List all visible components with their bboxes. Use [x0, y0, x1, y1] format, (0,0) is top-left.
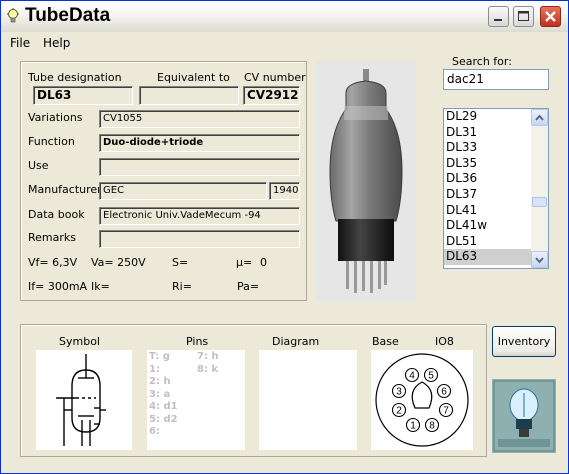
ik-value: Ik= — [91, 280, 110, 293]
lightbulb-icon — [7, 8, 19, 23]
base-pin-number: 2 — [396, 406, 402, 417]
designation-label: Tube designation — [28, 71, 122, 84]
databook-label: Data book — [28, 208, 85, 221]
pin-row: 5: d2 — [149, 413, 178, 425]
pin-row: T: g — [149, 351, 170, 362]
list-item[interactable]: DL41 — [444, 203, 540, 219]
remarks-label: Remarks — [28, 231, 76, 244]
pin-row: 4: d1 — [149, 401, 178, 412]
pin-row: 3: a — [149, 388, 171, 400]
function-field: Duo-diode+triode — [99, 134, 300, 152]
inventory-button[interactable]: Inventory — [492, 326, 556, 357]
tube-photo — [316, 61, 416, 301]
app-window: TubeData File Help Tube designation Equi… — [0, 0, 569, 474]
use-field — [99, 158, 300, 176]
menu-file[interactable]: File — [10, 36, 30, 50]
close-icon — [545, 11, 556, 22]
base-label: Base — [372, 335, 399, 348]
window-title: TubeData — [25, 5, 111, 26]
ri-value: Ri= — [172, 280, 192, 293]
pin-row: 2: h — [149, 376, 171, 387]
pin-row: 7: h — [197, 351, 219, 362]
scroll-thumb[interactable] — [532, 197, 547, 207]
maximize-icon — [518, 11, 529, 21]
list-item[interactable]: DL31 — [444, 125, 540, 141]
menu-help[interactable]: Help — [43, 36, 70, 50]
equivalent-field — [139, 86, 239, 105]
manufacturer-label: Manufacturer — [28, 183, 102, 196]
manufacturer-field: GEC — [99, 182, 267, 200]
list-item[interactable]: DL29 — [444, 109, 540, 125]
if-value: If= 300mA — [28, 280, 88, 293]
pa-value: Pa= — [237, 280, 260, 293]
scroll-up-button[interactable] — [531, 109, 548, 126]
list-item[interactable]: DL63 — [444, 249, 540, 265]
pin-row: 1: — [149, 363, 160, 375]
search-label: Search for: — [452, 55, 512, 68]
pin-row: 6: — [149, 426, 160, 437]
va-value: Va= 250V — [91, 256, 146, 269]
year-field: 1940 — [269, 182, 300, 200]
list-item[interactable]: DL41w — [444, 218, 540, 234]
designation-field: DL63 — [33, 86, 133, 105]
base-pin-number: 5 — [428, 371, 434, 382]
cv-number-label: CV number — [244, 71, 306, 84]
list-item[interactable]: DL35 — [444, 156, 540, 172]
tube-symbol — [56, 354, 106, 446]
diagram-box — [259, 350, 357, 450]
list-item[interactable]: DL36 — [444, 171, 540, 187]
variations-label: Variations — [28, 111, 83, 124]
cv-number-field: CV2912 — [243, 86, 300, 105]
close-button[interactable] — [540, 6, 561, 27]
databook-field: Electronic Univ.VadeMecum -94 — [99, 207, 300, 225]
tube-list[interactable]: DL29 DL31 DL33 DL35 DL36 DL37 DL41 DL41w DL51 DL6… — [443, 108, 549, 269]
list-scrollbar[interactable] — [531, 109, 548, 268]
equivalent-label: Equivalent to — [157, 71, 230, 84]
vf-value: Vf= 6,3V — [28, 256, 78, 269]
list-item[interactable]: DL33 — [444, 140, 540, 156]
symbol-box — [36, 350, 132, 450]
mu-label: μ= — [236, 256, 253, 269]
mu-value: 0 — [260, 256, 267, 269]
scroll-up-icon — [535, 114, 544, 121]
minimize-button[interactable] — [488, 6, 509, 27]
base-pin-number: 4 — [409, 371, 415, 382]
pins-column-2: 7: h 8: k — [197, 351, 219, 376]
scroll-down-button[interactable] — [531, 251, 548, 268]
use-label: Use — [28, 159, 49, 172]
pin-row: 8: k — [197, 363, 219, 375]
base-pin-number: 1 — [410, 421, 416, 432]
list-item[interactable]: DL37 — [444, 187, 540, 203]
base-type-label: IO8 — [435, 335, 454, 348]
pins-box: T: g 1: 2: h 3: a 4: d1 5: d2 6: 7: h 8:… — [147, 350, 245, 450]
base-pin-number: 8 — [429, 421, 435, 432]
pins-column-1: T: g 1: 2: h 3: a 4: d1 5: d2 6: — [149, 351, 178, 439]
remarks-field — [99, 230, 300, 248]
base-pin-number: 6 — [441, 387, 447, 398]
pins-label: Pins — [186, 335, 209, 348]
base-pin-number: 7 — [443, 406, 449, 417]
function-label: Function — [28, 135, 75, 148]
search-input[interactable]: dac21 — [443, 69, 549, 90]
logo-image — [492, 379, 556, 453]
maximize-button[interactable] — [513, 6, 534, 27]
variations-field: CV1055 — [99, 110, 300, 128]
diagram-label: Diagram — [272, 335, 320, 348]
scroll-down-icon — [535, 257, 544, 264]
base-box: 12 34 56 78 — [371, 350, 473, 450]
list-item[interactable]: DL51 — [444, 234, 540, 250]
s-value: S= — [172, 256, 189, 269]
symbol-label: Symbol — [59, 335, 100, 348]
base-pinout: 12 34 56 78 — [375, 353, 469, 447]
menu-bar: File Help — [1, 32, 568, 54]
minimize-icon — [494, 19, 502, 21]
base-pin-number: 3 — [396, 387, 402, 398]
title-bar[interactable]: TubeData — [1, 1, 568, 32]
